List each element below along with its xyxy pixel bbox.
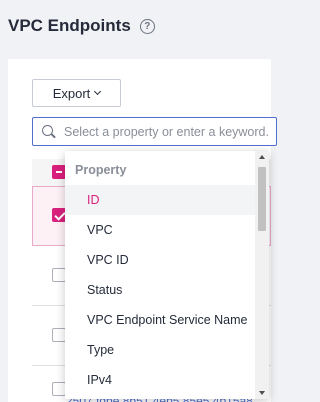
row-checkbox[interactable] [52,268,66,282]
page-title: VPC Endpoints [8,16,131,35]
property-dropdown: Property ID VPC VPC ID Status VPC Endpoi… [65,151,269,399]
dropdown-item-vpc-id[interactable]: VPC ID [65,245,255,275]
dropdown-header: Property [75,163,127,177]
export-button[interactable]: Export [32,79,121,107]
dropdown-item-status[interactable]: Status [65,275,255,305]
scroll-up-arrow-icon[interactable] [259,155,265,159]
scroll-thumb[interactable] [258,167,266,231]
search-icon [42,124,56,139]
dropdown-item-id[interactable]: ID [65,185,255,215]
chevron-down-icon [94,87,102,96]
dropdown-item-vpc[interactable]: VPC [65,215,255,245]
dropdown-item-ipv4[interactable]: IPv4 [65,365,255,395]
row-checkbox[interactable] [52,328,66,342]
help-icon[interactable]: ? [139,18,155,34]
scroll-down-arrow-icon[interactable] [259,391,265,395]
row-checkbox[interactable] [52,208,66,222]
select-all-checkbox[interactable] [52,165,66,179]
export-label: Export [52,85,91,101]
dropdown-item-service-name[interactable]: VPC Endpoint Service Name [65,305,255,335]
row-checkbox[interactable] [52,382,66,396]
search-input[interactable] [64,124,276,139]
dropdown-scrollbar[interactable] [255,151,269,399]
search-box[interactable] [32,117,277,146]
dropdown-item-type[interactable]: Type [65,335,255,365]
page-header: VPC Endpoints ? [8,15,155,37]
